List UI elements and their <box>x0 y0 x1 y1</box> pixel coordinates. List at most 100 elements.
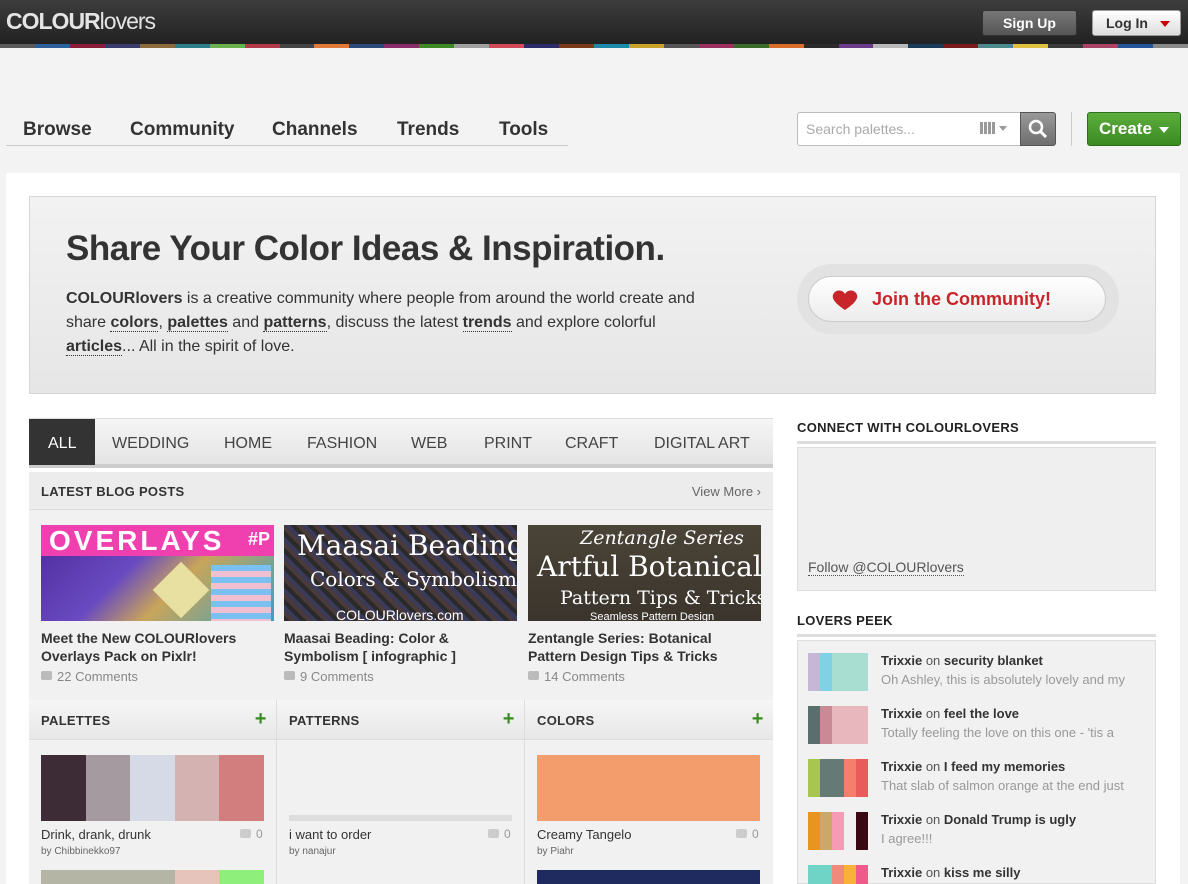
hero-banner: Share Your Color Ideas & Inspiration. CO… <box>29 196 1156 394</box>
search-type-dropdown[interactable] <box>980 122 1010 136</box>
peek-thumbnail[interactable] <box>808 653 868 691</box>
search-icon <box>1028 119 1048 139</box>
link-colors[interactable]: colors <box>110 314 159 332</box>
tab-home[interactable]: HOME <box>224 419 272 465</box>
tab-wedding[interactable]: WEDDING <box>112 419 189 465</box>
connect-section: CONNECT WITH COLOURLOVERS <box>797 420 1156 444</box>
color-swatch[interactable] <box>537 870 760 884</box>
post-thumbnail[interactable]: Maasai Beading Colors & Symbolism COLOUR… <box>284 525 517 621</box>
peek-thumbnail[interactable] <box>808 706 868 744</box>
tab-web[interactable]: WEB <box>411 419 447 465</box>
peek-item[interactable]: Trixxie on security blanket Oh Ashley, th… <box>808 653 1153 697</box>
blog-header: LATEST BLOG POSTS View More › <box>29 472 773 510</box>
column-divider <box>276 740 277 884</box>
nav-trends[interactable]: Trends <box>397 119 459 141</box>
heart-icon <box>832 290 858 310</box>
nav-community[interactable]: Community <box>130 119 235 141</box>
peek-user[interactable]: Trixxie <box>881 706 922 721</box>
tab-all[interactable]: ALL <box>29 419 96 465</box>
divider <box>1071 112 1072 146</box>
sign-up-button[interactable]: Sign Up <box>982 10 1077 36</box>
colors-header: COLORS + <box>525 700 773 740</box>
blog-post[interactable]: Maasai Beading Colors & Symbolism COLOUR… <box>284 525 517 684</box>
peek-thumbnail[interactable] <box>808 865 868 884</box>
add-palette-icon[interactable]: + <box>254 708 266 731</box>
post-comments[interactable]: 9 Comments <box>284 669 517 684</box>
peek-excerpt: That slab of salmon orange at the end ju… <box>881 778 1124 793</box>
palettes-header: PALETTES + <box>29 700 277 740</box>
palette-name[interactable]: Drink, drank, drunk <box>41 827 151 842</box>
peek-title[interactable]: I feed my memories <box>944 759 1065 774</box>
nav-tools[interactable]: Tools <box>499 119 548 141</box>
blog-post[interactable]: OVERLAYS #P Meet the New COLOURlovers Ov… <box>41 525 274 684</box>
join-community-button[interactable]: Join the Community! <box>808 276 1106 322</box>
pattern-name[interactable]: i want to order <box>289 827 371 842</box>
peek-item[interactable]: Trixxie on I feed my memories That slab o… <box>808 759 1153 803</box>
peek-excerpt: Totally feeling the love on this one - '… <box>881 725 1115 740</box>
palette-author[interactable]: by Chibbinekko97 <box>41 846 121 857</box>
pattern-comment-count: 0 <box>488 827 511 841</box>
color-swatch[interactable] <box>537 755 760 821</box>
palette-swatch[interactable] <box>41 870 264 884</box>
peek-item[interactable]: Trixxie on kiss me silly <box>808 865 1153 884</box>
pattern-author[interactable]: by nanajur <box>289 846 336 857</box>
peek-user[interactable]: Trixxie <box>881 759 922 774</box>
peek-thumbnail[interactable] <box>808 812 868 850</box>
color-author[interactable]: by Piahr <box>537 846 574 857</box>
link-trends[interactable]: trends <box>462 314 512 332</box>
peek-excerpt: Oh Ashley, this is absolutely lovely and… <box>881 672 1125 687</box>
column-divider <box>524 740 525 884</box>
post-title[interactable]: Meet the New COLOURlovers Overlays Pack … <box>41 629 274 665</box>
post-thumbnail[interactable]: OVERLAYS #P <box>41 525 274 621</box>
peek-title[interactable]: security blanket <box>944 653 1043 668</box>
peek-excerpt: I agree!!! <box>881 831 933 846</box>
palette-comment-count: 0 <box>240 827 263 841</box>
peek-user[interactable]: Trixxie <box>881 812 922 827</box>
peek-item[interactable]: Trixxie on feel the love Totally feeling … <box>808 706 1153 750</box>
color-stripe <box>0 44 1188 48</box>
add-pattern-icon[interactable]: + <box>502 708 514 731</box>
caret-down-icon <box>1160 21 1170 27</box>
connect-header: CONNECT WITH COLOURLOVERS <box>797 420 1156 444</box>
link-palettes[interactable]: palettes <box>167 314 228 332</box>
post-comments[interactable]: 22 Comments <box>41 669 274 684</box>
search-button[interactable] <box>1020 112 1056 146</box>
patterns-header: PATTERNS + <box>277 700 525 740</box>
hero-title: Share Your Color Ideas & Inspiration. <box>66 229 665 268</box>
tab-digital-art[interactable]: DIGITAL ART <box>654 419 750 465</box>
peek-section: LOVERS PEEK <box>797 613 1156 637</box>
peek-user[interactable]: Trixxie <box>881 653 922 668</box>
site-logo[interactable]: COLOURlovers <box>6 8 156 35</box>
tab-craft[interactable]: CRAFT <box>565 419 618 465</box>
color-comment-count: 0 <box>736 827 759 841</box>
peek-thumbnail[interactable] <box>808 759 868 797</box>
pattern-swatch[interactable] <box>289 815 512 821</box>
create-button[interactable]: Create <box>1087 112 1181 146</box>
log-in-button[interactable]: Log In <box>1092 10 1181 36</box>
view-more-link[interactable]: View More › <box>692 484 761 499</box>
peek-user[interactable]: Trixxie <box>881 865 922 880</box>
blog-posts: OVERLAYS #P Meet the New COLOURlovers Ov… <box>29 510 773 700</box>
link-articles[interactable]: articles <box>66 338 123 356</box>
peek-title[interactable]: kiss me silly <box>944 865 1021 880</box>
main-nav: Browse Community Channels Trends Tools <box>6 110 568 146</box>
category-tabs: ALL WEDDING HOME FASHION WEB PRINT CRAFT… <box>29 418 773 468</box>
follow-link[interactable]: Follow @COLOURlovers <box>808 559 964 576</box>
blog-header-label: LATEST BLOG POSTS <box>41 484 185 499</box>
tab-print[interactable]: PRINT <box>484 419 532 465</box>
color-name[interactable]: Creamy Tangelo <box>537 827 631 842</box>
link-patterns[interactable]: patterns <box>263 314 327 332</box>
peek-title[interactable]: feel the love <box>944 706 1019 721</box>
nav-browse[interactable]: Browse <box>23 119 92 141</box>
peek-title[interactable]: Donald Trump is ugly <box>944 812 1076 827</box>
peek-item[interactable]: Trixxie on Donald Trump is ugly I agree!!… <box>808 812 1153 856</box>
add-color-icon[interactable]: + <box>751 708 763 731</box>
post-title[interactable]: Maasai Beading: Color & Symbolism [ info… <box>284 629 517 665</box>
blog-post[interactable]: Zentangle Series Artful Botanical Patter… <box>528 525 761 684</box>
nav-channels[interactable]: Channels <box>272 119 358 141</box>
palette-swatch[interactable] <box>41 755 264 821</box>
post-comments[interactable]: 14 Comments <box>528 669 761 684</box>
tab-fashion[interactable]: FASHION <box>307 419 377 465</box>
post-title[interactable]: Zentangle Series: Botanical Pattern Desi… <box>528 629 761 665</box>
post-thumbnail[interactable]: Zentangle Series Artful Botanical Patter… <box>528 525 761 621</box>
